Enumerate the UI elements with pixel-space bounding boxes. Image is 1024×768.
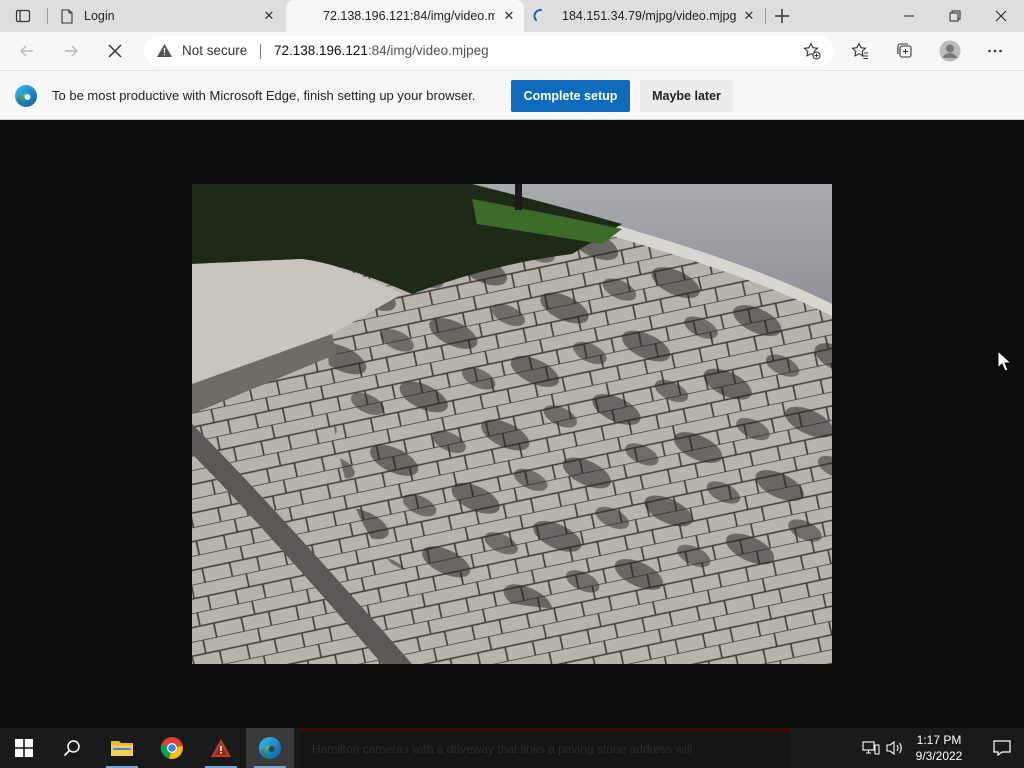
profile-button[interactable] bbox=[935, 36, 965, 66]
tab-video-mjpg[interactable]: 184.151.34.79/mjpg/video.mjpg ✕ bbox=[525, 0, 768, 32]
chrome-button[interactable] bbox=[148, 728, 196, 768]
tab-close-icon[interactable]: ✕ bbox=[501, 8, 517, 24]
edge-logo-icon bbox=[15, 85, 37, 107]
favorites-button[interactable] bbox=[845, 36, 875, 66]
chrome-icon bbox=[160, 737, 183, 759]
minimize-button[interactable] bbox=[886, 0, 932, 32]
collections-button[interactable] bbox=[890, 36, 920, 66]
window-preview-ghost: Hamilton cameras with a driveway that li… bbox=[300, 728, 790, 768]
volume-tray-button[interactable] bbox=[884, 728, 906, 768]
tab-title: 184.151.34.79/mjpg/video.mjpg bbox=[562, 9, 737, 23]
tab-title: 72.138.196.121:84/img/video.mjpeg bbox=[323, 9, 495, 23]
search-button[interactable] bbox=[48, 728, 96, 768]
windows-logo-icon bbox=[15, 739, 33, 757]
back-button[interactable] bbox=[12, 36, 42, 66]
more-icon bbox=[988, 49, 1002, 53]
network-tray-button[interactable] bbox=[860, 728, 882, 768]
file-explorer-button[interactable] bbox=[98, 728, 146, 768]
tab-close-icon[interactable]: ✕ bbox=[741, 8, 757, 24]
search-icon bbox=[63, 740, 80, 757]
warning-app-icon bbox=[211, 739, 231, 757]
preview-bar bbox=[300, 728, 790, 732]
tab-actions-button[interactable] bbox=[8, 5, 38, 27]
loading-spinner-icon bbox=[533, 8, 549, 24]
network-icon bbox=[862, 741, 880, 755]
star-plus-icon bbox=[803, 42, 821, 60]
maybe-later-button[interactable]: Maybe later bbox=[640, 80, 733, 112]
tab-close-icon[interactable]: ✕ bbox=[261, 8, 277, 24]
speaker-icon bbox=[886, 740, 902, 756]
avatar-icon bbox=[939, 40, 961, 62]
tab-login[interactable]: Login ✕ bbox=[48, 0, 285, 32]
video-frame-image bbox=[192, 184, 832, 664]
edge-icon bbox=[259, 737, 281, 759]
folder-icon bbox=[111, 741, 133, 756]
notification-button[interactable] bbox=[980, 728, 1024, 768]
close-icon bbox=[995, 10, 1007, 22]
mouse-cursor-icon bbox=[997, 350, 1011, 372]
url-host: 72.138.196.121 bbox=[274, 43, 368, 58]
page-content bbox=[0, 120, 1024, 728]
url-path: :84/img/video.mjpeg bbox=[367, 43, 489, 58]
clock-time: 1:17 PM bbox=[916, 733, 962, 747]
browser-toolbar: Not secure 72.138.196.121:84/img/video.m… bbox=[0, 32, 1024, 70]
setup-infobar: To be most productive with Microsoft Edg… bbox=[0, 70, 1024, 120]
plus-icon bbox=[775, 9, 789, 23]
stop-loading-button[interactable] bbox=[100, 36, 130, 66]
tab-separator bbox=[765, 8, 766, 24]
infobar-message: To be most productive with Microsoft Edg… bbox=[52, 88, 476, 103]
settings-menu-button[interactable] bbox=[980, 36, 1010, 66]
address-divider bbox=[260, 44, 261, 59]
start-button[interactable] bbox=[0, 728, 48, 768]
url-text[interactable]: 72.138.196.121:84/img/video.mjpeg bbox=[274, 43, 489, 58]
clock-date: 9/3/2022 bbox=[915, 749, 963, 763]
warning-icon bbox=[156, 43, 173, 63]
app-button[interactable] bbox=[197, 728, 245, 768]
tab-video-mjpeg[interactable]: 72.138.196.121:84/img/video.mjpeg ✕ bbox=[286, 0, 524, 32]
forward-button[interactable] bbox=[56, 36, 86, 66]
security-label[interactable]: Not secure bbox=[182, 43, 247, 58]
collections-icon bbox=[897, 43, 912, 58]
notification-icon bbox=[993, 740, 1011, 756]
close-window-button[interactable] bbox=[978, 0, 1024, 32]
minimize-icon bbox=[904, 15, 914, 17]
close-icon bbox=[108, 44, 122, 58]
edge-taskbar-button[interactable] bbox=[246, 728, 294, 768]
arrow-left-icon bbox=[20, 45, 33, 57]
taskbar-clock[interactable]: 1:17 PM 9/3/2022 bbox=[905, 732, 973, 764]
windows-taskbar: Hamilton cameras with a driveway that li… bbox=[0, 728, 1024, 768]
new-tab-button[interactable] bbox=[771, 5, 793, 27]
address-bar[interactable]: Not secure 72.138.196.121:84/img/video.m… bbox=[144, 36, 834, 66]
complete-setup-button[interactable]: Complete setup bbox=[511, 80, 630, 112]
camera-video-stream[interactable] bbox=[192, 184, 832, 664]
favorites-icon bbox=[851, 42, 868, 59]
tab-strip: Login ✕ 72.138.196.121:84/img/video.mjpe… bbox=[0, 0, 1024, 32]
tab-actions-icon bbox=[15, 9, 31, 23]
tab-title: Login bbox=[84, 9, 115, 23]
add-favorite-button[interactable] bbox=[800, 40, 824, 62]
preview-text: Hamilton cameras with a driveway that li… bbox=[312, 742, 693, 756]
restore-button[interactable] bbox=[932, 0, 978, 32]
restore-icon bbox=[949, 10, 961, 22]
arrow-right-icon bbox=[65, 45, 78, 57]
page-icon bbox=[59, 8, 75, 24]
